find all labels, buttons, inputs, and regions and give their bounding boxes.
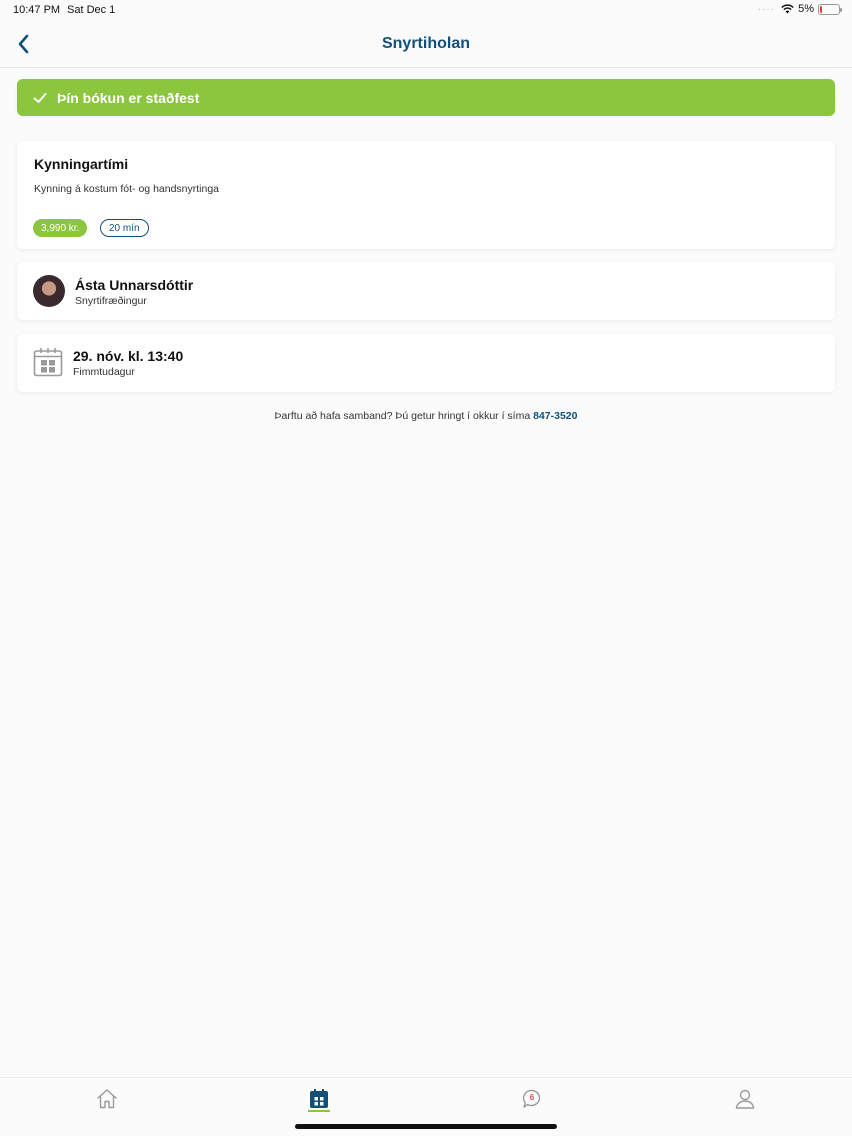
calendar-icon [310,1089,328,1108]
status-date: Sat Dec 1 [67,4,116,16]
contact-line: Þarftu að hafa samband? Þú getur hringt … [0,410,852,422]
person-icon [735,1089,755,1109]
avatar [33,275,65,307]
confirmation-banner: Þín bókun er staðfest [17,79,835,116]
service-card: Kynningartími Kynning á kostum fót- og h… [17,141,835,249]
battery-percent: 5% [798,3,814,15]
contact-phone-link[interactable]: 847-3520 [533,410,577,422]
calendar-icon [33,348,63,377]
staff-role: Snyrtifræðingur [75,295,147,307]
check-icon [33,92,47,103]
home-icon [97,1089,117,1109]
price-badge: 3,990 kr. [33,219,88,237]
home-indicator [295,1124,557,1129]
contact-text: Þarftu að hafa samband? Þú getur hringt … [274,410,531,422]
status-indicators: ···· 5% [757,3,842,15]
staff-card: Ásta Unnarsdóttir Snyrtifræðingur [17,262,835,320]
tab-profile[interactable] [732,1086,758,1112]
appointment-card: 29. nóv. kl. 13:40 Fimmtudagur [17,334,835,392]
tab-bookings[interactable] [306,1086,332,1112]
duration-badge: 20 mín [100,219,149,237]
page-title: Snyrtiholan [381,35,470,52]
cellular-signal-icon: ···· [757,3,776,15]
battery-icon [818,3,842,15]
service-description: Kynning á kostum fót- og handsnyrtinga [34,183,220,195]
tab-messages[interactable]: 6 [519,1086,545,1112]
tab-home[interactable] [94,1086,120,1112]
appointment-datetime: 29. nóv. kl. 13:40 [73,348,184,364]
battery-level [820,5,822,13]
navigation-bar: Snyrtiholan [0,22,852,68]
appointment-weekday: Fimmtudagur [73,366,135,378]
status-time: 10:47 PM [13,4,61,16]
status-bar: 10:47 PM Sat Dec 1 ···· 5% [0,0,852,22]
wifi-icon [781,4,794,14]
active-tab-indicator [308,1110,330,1112]
staff-name: Ásta Unnarsdóttir [75,277,194,293]
confirmation-text: Þín bókun er staðfest [57,89,200,106]
message-count-badge: 6 [529,1093,535,1102]
service-title: Kynningartími [34,156,129,172]
